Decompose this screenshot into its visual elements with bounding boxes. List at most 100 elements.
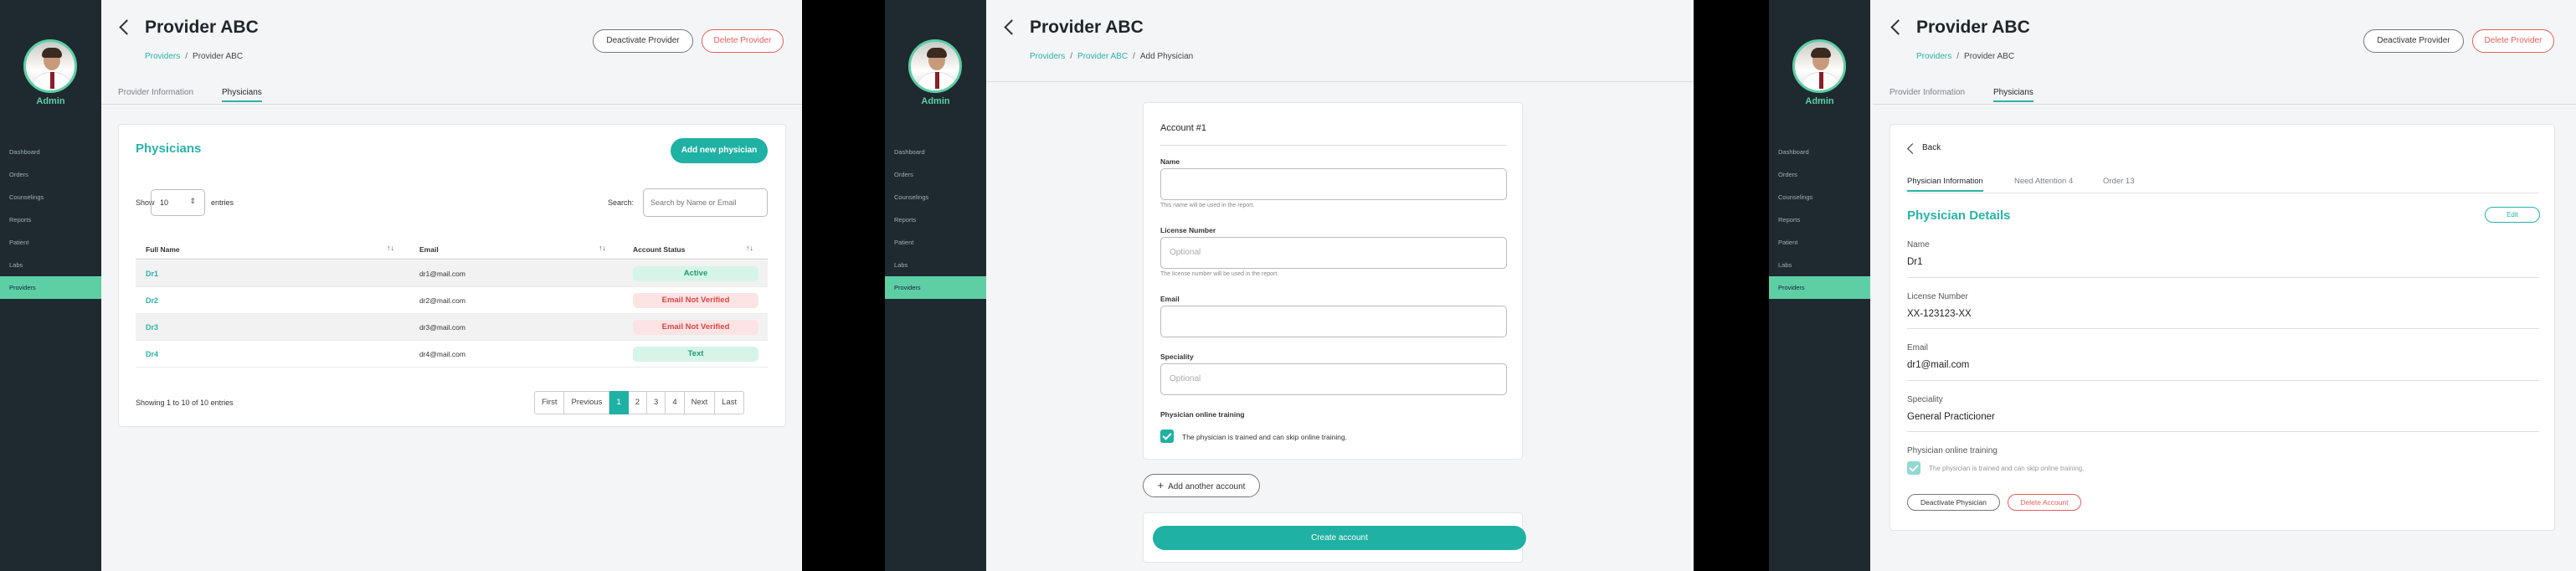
table-row[interactable]: Dr2 dr2@mail.com Email Not Verified: [136, 287, 768, 314]
email-field[interactable]: [1160, 306, 1507, 337]
sidebar-item-providers[interactable]: Providers: [0, 276, 101, 299]
sidebar-item-reports[interactable]: Reports: [0, 208, 101, 231]
physician-name-link[interactable]: Dr3: [146, 323, 158, 332]
sort-icon[interactable]: ↑↓: [387, 244, 394, 252]
training-checkbox[interactable]: [1160, 430, 1174, 443]
sidebar-item-labs[interactable]: Labs: [885, 254, 986, 276]
license-hint: The license number will be used in the r…: [1160, 271, 1279, 277]
breadcrumb-provider[interactable]: Provider ABC: [1077, 52, 1128, 61]
delete-account-button[interactable]: Delete Account: [2008, 494, 2081, 511]
speciality-field[interactable]: Optional: [1160, 363, 1507, 395]
tab-need-attention[interactable]: Need Attention 4: [2014, 177, 2073, 186]
sidebar-item-counselings[interactable]: Counselings: [1769, 186, 1870, 208]
email-label: Email: [1160, 295, 1180, 303]
sidebar-item-reports[interactable]: Reports: [1769, 208, 1870, 231]
breadcrumb-providers[interactable]: Providers: [1916, 52, 1951, 61]
status-badge: Active: [633, 266, 758, 281]
deactivate-provider-button[interactable]: Deactivate Provider: [593, 29, 693, 53]
panel-physician-details: Admin Dashboard Orders Counselings Repor…: [1769, 0, 2576, 571]
page-last-button[interactable]: Last: [715, 391, 745, 414]
back-arrow-icon[interactable]: [1004, 19, 1020, 35]
delete-provider-button[interactable]: Delete Provider: [702, 29, 784, 53]
table-header-divider: [136, 259, 768, 260]
breadcrumb-providers[interactable]: Providers: [145, 52, 180, 61]
back-link[interactable]: Back: [1922, 143, 1941, 152]
sidebar: Admin Dashboard Orders Counselings Repor…: [0, 0, 101, 571]
edit-button[interactable]: Edit: [2485, 207, 2540, 223]
physician-name-link[interactable]: Dr1: [146, 270, 158, 278]
table-row[interactable]: Dr4 dr4@mail.com Text: [136, 341, 768, 368]
page-next-button[interactable]: Next: [684, 391, 716, 414]
page-previous-button[interactable]: Previous: [564, 391, 610, 414]
avatar[interactable]: [23, 39, 77, 93]
sidebar-item-reports[interactable]: Reports: [885, 208, 986, 231]
field-divider: [1907, 328, 2539, 329]
sidebar-item-patient[interactable]: Patient: [0, 231, 101, 254]
page-2-button[interactable]: 2: [628, 391, 648, 414]
sidebar-item-orders[interactable]: Orders: [0, 163, 101, 186]
sidebar-item-providers[interactable]: Providers: [885, 276, 986, 299]
page-title: Provider ABC: [1916, 18, 2030, 37]
table-row[interactable]: Dr1 dr1@mail.com Active: [136, 260, 768, 287]
sidebar-item-counselings[interactable]: Counselings: [885, 186, 986, 208]
training-label: Physician online training: [1160, 410, 1245, 419]
name-field[interactable]: [1160, 168, 1507, 200]
search-input[interactable]: [643, 188, 768, 217]
add-physician-button[interactable]: Add new physician: [671, 138, 768, 163]
sidebar-item-providers[interactable]: Providers: [1769, 276, 1870, 299]
create-account-button[interactable]: Create account: [1153, 526, 1526, 550]
page-4-button[interactable]: 4: [666, 391, 685, 414]
page-1-button[interactable]: 1: [609, 391, 629, 414]
tab-physician-information[interactable]: Physician Information: [1907, 177, 1983, 192]
user-role: Admin: [921, 96, 950, 106]
physician-name-link[interactable]: Dr2: [146, 296, 158, 305]
avatar[interactable]: [1792, 39, 1846, 93]
name-label: Name: [1160, 157, 1180, 166]
tab-bar: Provider Information Physicians: [1873, 86, 2576, 105]
physicians-heading: Physicians: [136, 141, 202, 156]
col-full-name[interactable]: Full Name: [146, 245, 180, 254]
delete-provider-button[interactable]: Delete Provider: [2472, 29, 2554, 53]
back-arrow-icon[interactable]: [1890, 19, 1906, 35]
breadcrumb-separator: /: [185, 52, 188, 61]
add-another-account-button[interactable]: + Add another account: [1143, 474, 1260, 497]
tab-order[interactable]: Order 13: [2103, 177, 2135, 186]
entries-select[interactable]: 10 ⇕: [151, 189, 205, 216]
table-row[interactable]: Dr3 dr3@mail.com Email Not Verified: [136, 314, 768, 341]
page-3-button[interactable]: 3: [647, 391, 666, 414]
back-arrow-icon[interactable]: [119, 19, 135, 35]
sidebar-nav: Dashboard Orders Counselings Reports Pat…: [0, 141, 101, 299]
avatar[interactable]: [908, 39, 962, 93]
sidebar-item-labs[interactable]: Labs: [0, 254, 101, 276]
sidebar-item-dashboard[interactable]: Dashboard: [885, 141, 986, 163]
sidebar-item-patient[interactable]: Patient: [885, 231, 986, 254]
sort-icon[interactable]: ↑↓: [599, 244, 606, 252]
sort-icon[interactable]: ↑↓: [746, 244, 753, 252]
plus-icon: +: [1157, 479, 1165, 491]
sidebar-item-orders[interactable]: Orders: [885, 163, 986, 186]
tab-physicians[interactable]: Physicians: [1993, 88, 2034, 102]
tab-provider-information[interactable]: Provider Information: [118, 88, 193, 97]
sidebar-item-patient[interactable]: Patient: [1769, 231, 1870, 254]
back-chevron-icon[interactable]: [1907, 143, 1918, 154]
physician-name-link[interactable]: Dr4: [146, 350, 158, 358]
speciality-label: Speciality: [1907, 395, 1943, 404]
sidebar-item-dashboard[interactable]: Dashboard: [1769, 141, 1870, 163]
tab-physicians[interactable]: Physicians: [222, 88, 262, 102]
sidebar-item-orders[interactable]: Orders: [1769, 163, 1870, 186]
col-account-status[interactable]: Account Status: [633, 245, 685, 254]
showing-info: Showing 1 to 10 of 10 entries: [136, 399, 234, 407]
breadcrumb-providers[interactable]: Providers: [1030, 52, 1065, 61]
deactivate-physician-button[interactable]: Deactivate Physician: [1907, 494, 2000, 511]
sidebar-item-labs[interactable]: Labs: [1769, 254, 1870, 276]
sidebar-item-counselings[interactable]: Counselings: [0, 186, 101, 208]
sidebar-item-dashboard[interactable]: Dashboard: [0, 141, 101, 163]
page-first-button[interactable]: First: [534, 391, 565, 414]
tab-provider-information[interactable]: Provider Information: [1890, 88, 1965, 97]
deactivate-provider-button[interactable]: Deactivate Provider: [2363, 29, 2464, 53]
physician-email: dr3@mail.com: [419, 323, 465, 332]
sidebar: Admin Dashboard Orders Counselings Repor…: [885, 0, 986, 571]
col-email[interactable]: Email: [419, 245, 439, 254]
physician-card: Back Physician Information Need Attentio…: [1890, 124, 2555, 531]
license-field[interactable]: Optional: [1160, 237, 1507, 269]
